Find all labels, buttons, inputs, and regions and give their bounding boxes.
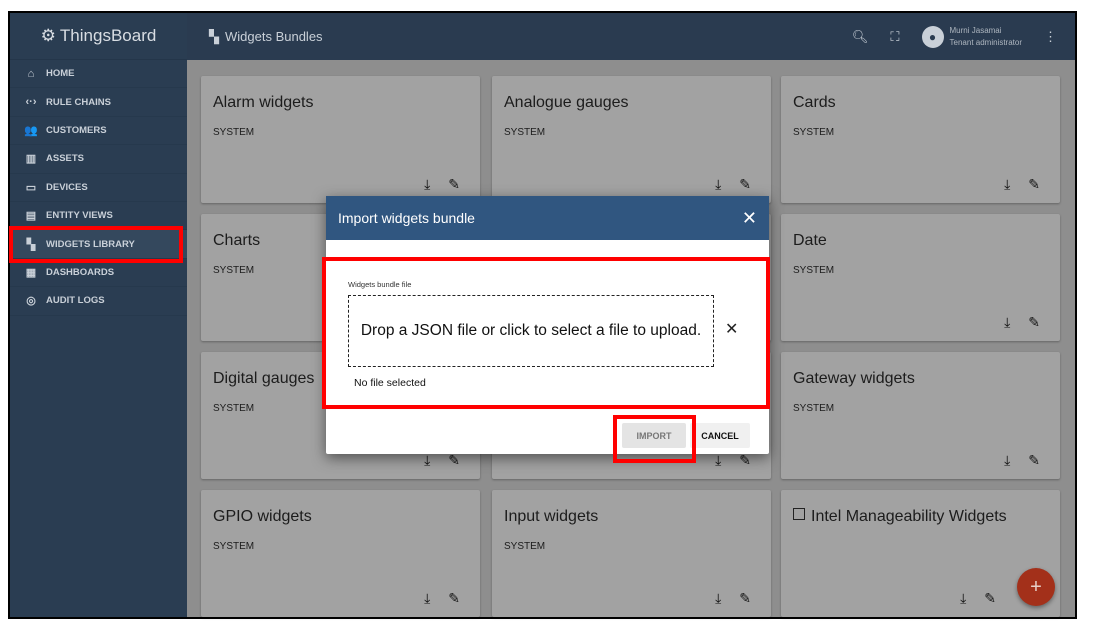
download-icon[interactable]: ⤓ <box>960 590 966 607</box>
cancel-button[interactable]: CANCEL <box>690 423 750 448</box>
card-subtitle: SYSTEM <box>213 541 255 552</box>
search-icon[interactable]: 🔍︎ <box>852 29 869 45</box>
widget-bundle-card[interactable]: Cards SYSTEM ⤓ ✎ <box>781 76 1060 203</box>
user-menu[interactable]: ● Murni Jasamai Tenant administrator <box>921 25 1022 49</box>
download-icon[interactable]: ⤓ <box>715 452 721 469</box>
file-status: No file selected <box>354 377 426 389</box>
file-label: Widgets bundle file <box>348 280 412 289</box>
home-icon: ⌂ <box>27 67 35 80</box>
sidebar-item-dashboards[interactable]: ▦ DASHBOARDS <box>10 259 187 288</box>
clear-file-icon[interactable]: ✕ <box>725 319 738 339</box>
card-subtitle: SYSTEM <box>504 127 546 138</box>
card-title: Charts <box>213 232 261 249</box>
card-subtitle: SYSTEM <box>213 265 255 276</box>
card-subtitle: SYSTEM <box>793 265 835 276</box>
card-subtitle: SYSTEM <box>793 127 835 138</box>
download-icon[interactable]: ⤓ <box>424 176 430 193</box>
widget-bundle-card[interactable]: Gateway widgets SYSTEM ⤓ ✎ <box>781 352 1060 479</box>
edit-icon[interactable]: ✎ <box>739 452 751 469</box>
card-title: Date <box>793 232 827 249</box>
add-widgets-bundle-button[interactable]: + <box>1017 568 1055 606</box>
edit-icon[interactable]: ✎ <box>448 176 460 193</box>
card-title: Gateway widgets <box>793 370 915 387</box>
file-drop-zone[interactable]: Drop a JSON file or click to select a fi… <box>348 295 714 367</box>
widget-bundle-card[interactable]: Input widgets SYSTEM ⤓ ✎ <box>492 490 771 617</box>
sidebar-item-entity-views[interactable]: ▤ ENTITY VIEWS <box>10 202 187 231</box>
assets-icon: ▥ <box>25 153 37 166</box>
download-icon[interactable]: ⤓ <box>424 452 430 469</box>
avatar-icon: ● <box>921 25 944 48</box>
widget-bundle-card[interactable]: Alarm widgets SYSTEM ⤓ ✎ <box>201 76 480 203</box>
sidebar-item-rule-chains[interactable]: ‹·› RULE CHAINS <box>10 88 187 117</box>
download-icon[interactable]: ⤓ <box>715 590 721 607</box>
sidebar-item-home[interactable]: ⌂ HOME <box>10 60 187 89</box>
edit-icon[interactable]: ✎ <box>1028 176 1040 193</box>
gear-logo-icon: ⚙ <box>40 26 56 45</box>
widgets-icon: ▚ <box>209 28 219 44</box>
download-icon[interactable]: ⤓ <box>1004 176 1010 193</box>
import-button[interactable]: IMPORT <box>622 423 686 448</box>
card-subtitle: SYSTEM <box>213 403 255 414</box>
card-title: Digital gauges <box>213 370 315 387</box>
widget-bundle-card[interactable]: Analogue gauges SYSTEM ⤓ ✎ <box>492 76 771 203</box>
download-icon[interactable]: ⤓ <box>1004 452 1010 469</box>
sidebar-item-devices[interactable]: ▭ DEVICES <box>10 174 187 202</box>
download-icon[interactable]: ⤓ <box>1004 314 1010 331</box>
audit-logs-icon: ◎ <box>26 295 36 308</box>
widget-bundle-card[interactable]: Intel Manageability Widgets ⤓ ✎ <box>781 490 1060 617</box>
edit-icon[interactable]: ✎ <box>448 452 460 469</box>
download-icon[interactable]: ⤓ <box>715 176 721 193</box>
edit-icon[interactable]: ✎ <box>739 176 751 193</box>
card-title: Analogue gauges <box>504 94 629 111</box>
fullscreen-icon[interactable]: ⛶ <box>890 29 899 45</box>
dialog-title: Import widgets bundle <box>338 210 475 226</box>
card-subtitle: SYSTEM <box>793 403 835 414</box>
card-title: Cards <box>793 94 836 111</box>
entity-views-icon: ▤ <box>25 210 37 223</box>
rule-chains-icon: ‹·› <box>25 96 37 109</box>
edit-icon[interactable]: ✎ <box>1028 452 1040 469</box>
card-subtitle: SYSTEM <box>213 127 255 138</box>
card-title: Intel Manageability Widgets <box>793 508 1007 526</box>
devices-icon: ▭ <box>25 181 37 194</box>
widgets-icon: ▚ <box>26 238 36 251</box>
checkbox[interactable] <box>793 508 805 520</box>
card-title: Input widgets <box>504 508 599 525</box>
dashboards-icon: ▦ <box>25 266 37 279</box>
edit-icon[interactable]: ✎ <box>984 590 996 607</box>
sidebar-item-assets[interactable]: ▥ ASSETS <box>10 145 187 174</box>
card-subtitle: SYSTEM <box>504 541 546 552</box>
edit-icon[interactable]: ✎ <box>739 590 751 607</box>
top-bar: ▚ Widgets Bundles 🔍︎ ⛶ ● Murni Jasamai Ten… <box>187 13 1075 60</box>
customers-icon: 👥 <box>24 124 38 137</box>
more-vert-icon[interactable]: ⋮ <box>1044 29 1057 45</box>
logo[interactable]: ⚙ ThingsBoard <box>10 13 187 60</box>
close-icon[interactable]: ✕ <box>742 208 757 229</box>
card-title: Alarm widgets <box>213 94 314 111</box>
download-icon[interactable]: ⤓ <box>424 590 430 607</box>
card-title: GPIO widgets <box>213 508 312 525</box>
sidebar-item-widgets-library[interactable]: ▚ WIDGETS LIBRARY <box>10 230 187 259</box>
edit-icon[interactable]: ✎ <box>1028 314 1040 331</box>
sidebar-item-customers[interactable]: 👥 CUSTOMERS <box>10 117 187 146</box>
widget-bundle-card[interactable]: GPIO widgets SYSTEM ⤓ ✎ <box>201 490 480 617</box>
page-title: Widgets Bundles <box>225 29 323 44</box>
widget-bundle-card[interactable]: Date SYSTEM ⤓ ✎ <box>781 214 1060 341</box>
edit-icon[interactable]: ✎ <box>448 590 460 607</box>
sidebar-item-audit-logs[interactable]: ◎ AUDIT LOGS <box>10 287 187 316</box>
import-dialog: Import widgets bundle ✕ Widgets bundle fi… <box>326 196 769 454</box>
sidebar: ⚙ ThingsBoard ⌂ HOME ‹·› RULE CHAINS 👥 CUSTO… <box>10 13 187 617</box>
